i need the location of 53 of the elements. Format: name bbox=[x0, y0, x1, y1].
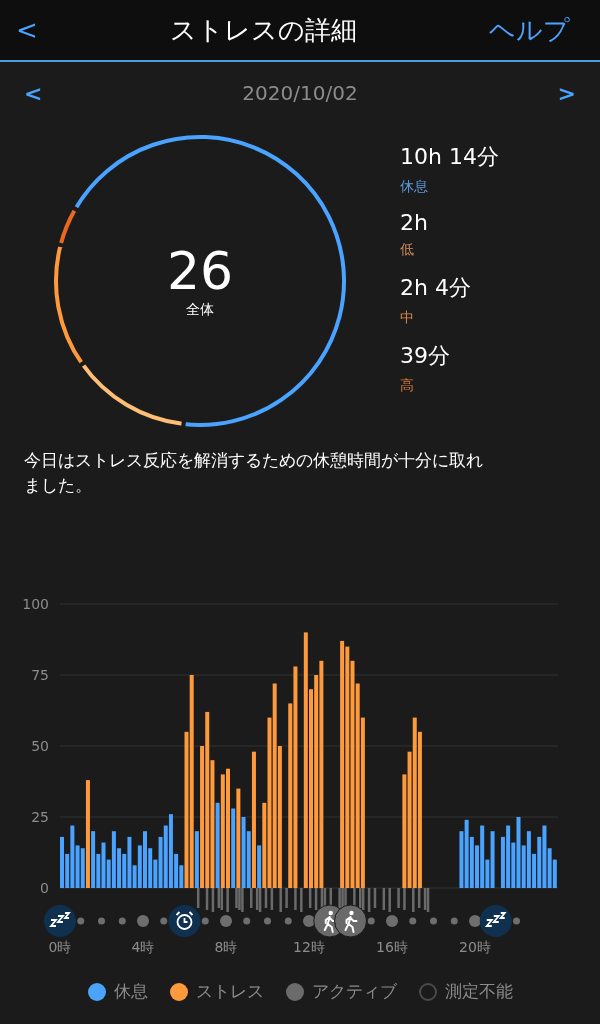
timeline-dot bbox=[367, 917, 375, 925]
legend-label: アクティブ bbox=[311, 980, 397, 1003]
timeline-dot bbox=[513, 917, 520, 925]
y-axis-label: 75 bbox=[31, 667, 49, 683]
sleep-icon bbox=[479, 905, 512, 937]
timeline-dot bbox=[386, 915, 398, 927]
x-axis-label: 0時 bbox=[48, 939, 72, 955]
timeline-dot bbox=[243, 917, 251, 925]
legend-label: ストレス bbox=[195, 980, 264, 1003]
timeline-dot bbox=[469, 915, 481, 927]
timeline-dot bbox=[284, 917, 292, 925]
legend-label: 測定不能 bbox=[444, 980, 513, 1003]
x-axis-label: 4時 bbox=[131, 939, 155, 955]
legend-label: 休息 bbox=[113, 980, 148, 1003]
timeline-dot bbox=[264, 917, 271, 925]
duration-value: 39分 bbox=[400, 342, 451, 370]
alarm-clock-icon bbox=[168, 905, 201, 937]
timeline-dot bbox=[160, 917, 168, 925]
y-axis-label: 50 bbox=[31, 738, 49, 754]
y-axis-label: 0 bbox=[40, 880, 49, 896]
timeline-dot bbox=[77, 917, 85, 925]
back-button[interactable]: < bbox=[10, 15, 44, 45]
screen-title: ストレスの詳細 bbox=[169, 13, 357, 47]
score-label: 全体 bbox=[186, 301, 214, 319]
duration-label: 中 bbox=[400, 309, 415, 327]
timeline-dot bbox=[98, 917, 105, 925]
timeline-dot bbox=[137, 915, 149, 927]
duration-label: 休息 bbox=[400, 178, 429, 196]
duration-value: 2h 4分 bbox=[400, 274, 472, 302]
x-axis-label: 8時 bbox=[214, 939, 238, 955]
timeline-dot bbox=[430, 917, 437, 925]
walking-person-icon bbox=[334, 904, 367, 938]
stress-score: 26 bbox=[166, 245, 234, 297]
y-axis-label: 25 bbox=[31, 809, 49, 825]
x-axis-label: 20時 bbox=[459, 939, 491, 955]
timeline-dot bbox=[220, 915, 232, 927]
next-day-button[interactable]: > bbox=[551, 79, 582, 107]
duration-value: 10h 14分 bbox=[400, 143, 499, 171]
date-label: 2020/10/02 bbox=[242, 81, 358, 105]
timeline-dot bbox=[118, 917, 126, 925]
timeline-dot bbox=[409, 917, 417, 925]
summary-message: 今日はストレス反応を解消するための休憩時間が十分に取れました。 bbox=[24, 449, 484, 497]
duration-label: 高 bbox=[400, 377, 415, 395]
duration-label: 低 bbox=[400, 241, 415, 259]
timeline-dot bbox=[201, 917, 209, 925]
duration-value: 2h bbox=[400, 210, 429, 235]
previous-day-button[interactable]: < bbox=[18, 79, 49, 107]
help-link[interactable]: ヘルプ bbox=[483, 12, 576, 48]
timeline-dot bbox=[450, 917, 458, 925]
y-axis-label: 100 bbox=[22, 596, 49, 612]
x-axis-label: 12時 bbox=[293, 939, 325, 955]
x-axis-label: 16時 bbox=[376, 939, 408, 955]
sleep-icon bbox=[44, 905, 76, 937]
